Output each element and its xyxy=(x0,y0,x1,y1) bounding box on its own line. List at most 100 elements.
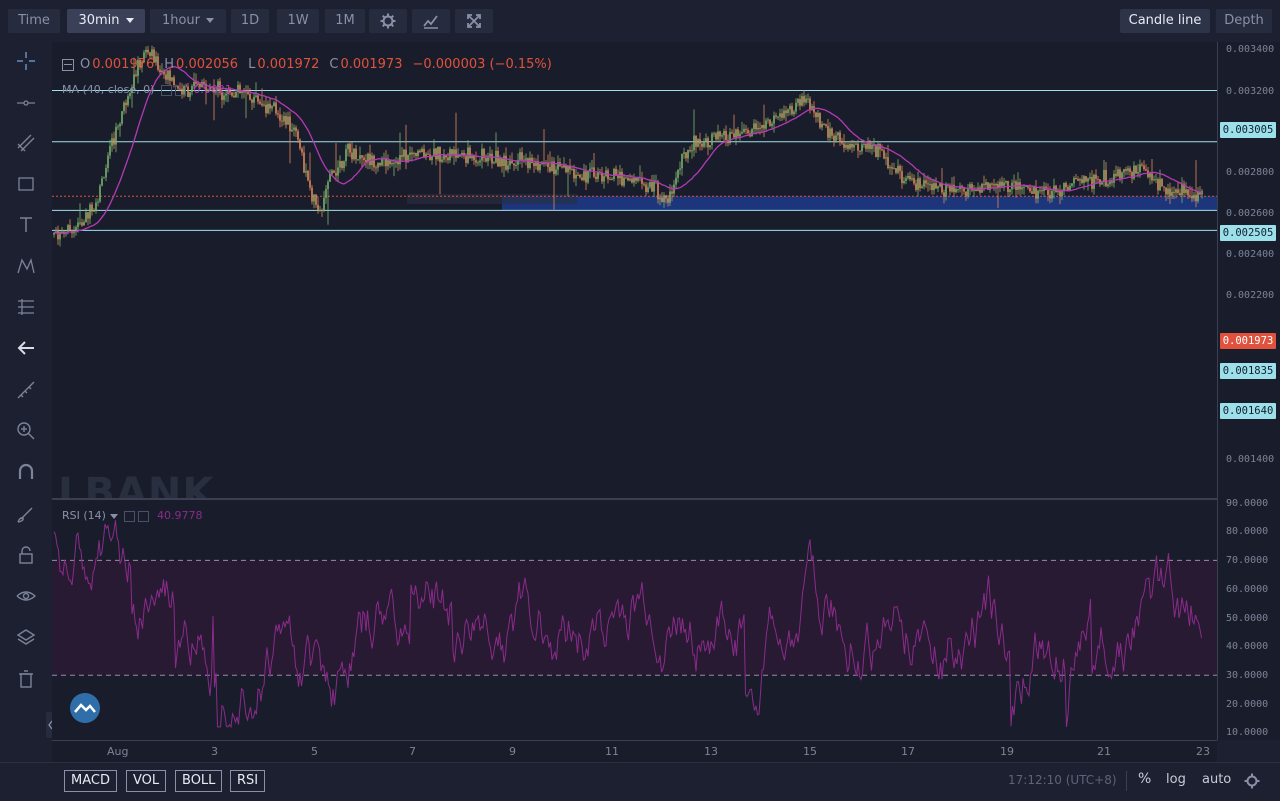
separator xyxy=(1126,771,1127,791)
level-tag-resistance-2: 0.002505 xyxy=(1220,225,1276,241)
rsi-pane[interactable] xyxy=(52,500,1217,740)
range-1m-button[interactable]: 1M xyxy=(325,9,365,33)
top-toolbar: Time 30min 1hour 1D 1W 1M Candle line De… xyxy=(0,0,1280,43)
time-axis-label: 11 xyxy=(605,745,619,758)
rectangle-icon[interactable] xyxy=(15,173,37,195)
rsi-label: RSI (14) xyxy=(62,509,106,522)
ruler-icon[interactable] xyxy=(15,379,37,401)
high-value: 0.002056 xyxy=(176,57,239,72)
rsi-value: 40.9778 xyxy=(156,509,203,522)
bottom-bar: MACD VOL BOLL RSI 17:12:10 (UTC+8) % log… xyxy=(0,762,1280,801)
fullscreen-button[interactable] xyxy=(455,9,493,33)
settings-button[interactable] xyxy=(369,9,407,33)
pattern-tool-icon[interactable] xyxy=(15,255,37,277)
ma-settings-icon[interactable] xyxy=(160,84,172,96)
price-axis-label: 0.003200 xyxy=(1226,86,1275,97)
time-axis-label: 9 xyxy=(509,745,516,758)
time-axis-label: 5 xyxy=(311,745,318,758)
candle-line-button[interactable]: Candle line xyxy=(1120,9,1210,33)
current-price-tag: 0.001973 xyxy=(1220,333,1276,349)
gear-icon xyxy=(380,13,396,29)
support-zone xyxy=(502,196,1217,211)
fib-tool-icon[interactable] xyxy=(15,296,37,318)
range-1w-button[interactable]: 1W xyxy=(277,9,319,33)
vol-button[interactable]: VOL xyxy=(126,770,167,792)
ma-close-icon[interactable] xyxy=(174,84,186,96)
price-axis-label: 0.002800 xyxy=(1226,167,1275,178)
ohlc-legend: O 0.001976 H 0.002056 L 0.001972 C 0.001973 −0.0… xyxy=(62,57,562,72)
trash-icon[interactable] xyxy=(15,668,37,690)
chevron-down-icon xyxy=(125,18,134,23)
level-tag-support-2: 0.001640 xyxy=(1220,403,1276,419)
price-change: −0.000003 (−0.15%) xyxy=(412,57,552,72)
chevron-down-icon xyxy=(206,18,215,23)
drawing-toolbar xyxy=(0,42,56,762)
ma-legend: MA (40, close, 0) 0.0021 xyxy=(62,83,232,96)
time-axis-label: 15 xyxy=(803,745,817,758)
time-axis-label: 23 xyxy=(1196,745,1210,758)
price-axis-label: 0.002600 xyxy=(1226,208,1275,219)
level-tag-support: 0.001835 xyxy=(1220,363,1276,379)
auto-toggle[interactable]: auto xyxy=(1202,772,1231,787)
candlestick-chart xyxy=(52,45,1217,247)
interval-30min-dropdown[interactable]: 30min xyxy=(67,9,145,33)
macd-button[interactable]: MACD xyxy=(64,770,117,792)
brand-logo xyxy=(70,693,100,723)
boll-button[interactable]: BOLL xyxy=(175,770,223,792)
lock-icon[interactable] xyxy=(15,544,37,566)
expand-icon xyxy=(467,14,481,28)
rsi-chart xyxy=(52,520,1217,729)
horizontal-line-icon[interactable] xyxy=(15,92,37,114)
rsi-axis-label: 20.0000 xyxy=(1226,699,1269,710)
time-axis[interactable]: Aug 3 5 7 9 11 13 15 17 19 21 23 xyxy=(52,740,1217,763)
rsi-axis-label: 80.0000 xyxy=(1226,526,1269,537)
rsi-axis-label: 40.0000 xyxy=(1226,641,1269,652)
arrow-left-icon[interactable] xyxy=(15,337,37,359)
price-axis-label: 0.002200 xyxy=(1226,290,1275,301)
rsi-axis-label: 60.0000 xyxy=(1226,584,1269,595)
zoom-in-icon[interactable] xyxy=(15,420,37,442)
depth-button[interactable]: Depth xyxy=(1216,9,1272,33)
magnet-icon[interactable] xyxy=(15,461,37,483)
time-axis-label: 19 xyxy=(1000,745,1014,758)
interval-30min-label: 30min xyxy=(78,13,120,28)
rsi-settings-icon[interactable] xyxy=(124,510,136,522)
price-chart[interactable] xyxy=(52,42,1217,498)
rsi-button[interactable]: RSI xyxy=(230,770,266,792)
indicators-button[interactable] xyxy=(412,9,450,33)
close-key: C xyxy=(329,57,339,72)
time-axis-label: Aug xyxy=(107,745,129,758)
price-axis-label: 0.001400 xyxy=(1226,454,1275,465)
close-value: 0.001973 xyxy=(340,57,403,72)
time-axis-label: 3 xyxy=(211,745,218,758)
rsi-axis-label: 70.0000 xyxy=(1226,555,1269,566)
text-tool-icon[interactable] xyxy=(15,214,37,236)
rsi-axis-label: 50.0000 xyxy=(1226,613,1269,624)
parallel-channel-icon[interactable] xyxy=(15,132,37,154)
log-toggle[interactable]: log xyxy=(1166,772,1186,787)
open-key: O xyxy=(80,57,91,72)
price-axis[interactable]: 0.003400 0.003200 0.002800 0.002600 0.00… xyxy=(1217,42,1280,740)
chevron-down-icon[interactable] xyxy=(109,513,118,519)
crosshair-icon[interactable] xyxy=(15,50,37,72)
time-axis-label: 21 xyxy=(1097,745,1111,758)
rsi-axis-label: 10.0000 xyxy=(1226,727,1269,738)
percent-toggle[interactable]: % xyxy=(1138,771,1151,787)
collapse-legend-icon[interactable] xyxy=(62,58,74,71)
open-value: 0.001976 xyxy=(92,57,155,72)
time-axis-label: 17 xyxy=(901,745,915,758)
interval-1hour-dropdown[interactable]: 1hour xyxy=(150,9,226,33)
rsi-close-icon[interactable] xyxy=(138,510,150,522)
gear-icon[interactable] xyxy=(1244,773,1260,789)
level-tag-resistance: 0.003005 xyxy=(1220,122,1276,138)
time-axis-label: 13 xyxy=(704,745,718,758)
eye-icon[interactable] xyxy=(15,585,37,607)
wave-logo-icon xyxy=(74,703,96,713)
clock: 17:12:10 (UTC+8) xyxy=(1008,773,1117,787)
range-1d-button[interactable]: 1D xyxy=(231,9,269,33)
layers-icon[interactable] xyxy=(15,627,37,649)
brush-icon[interactable] xyxy=(15,503,37,525)
time-button[interactable]: Time xyxy=(8,9,60,33)
price-axis-label: 0.003400 xyxy=(1226,44,1275,55)
ma-label: MA (40, close, 0) xyxy=(62,83,155,96)
